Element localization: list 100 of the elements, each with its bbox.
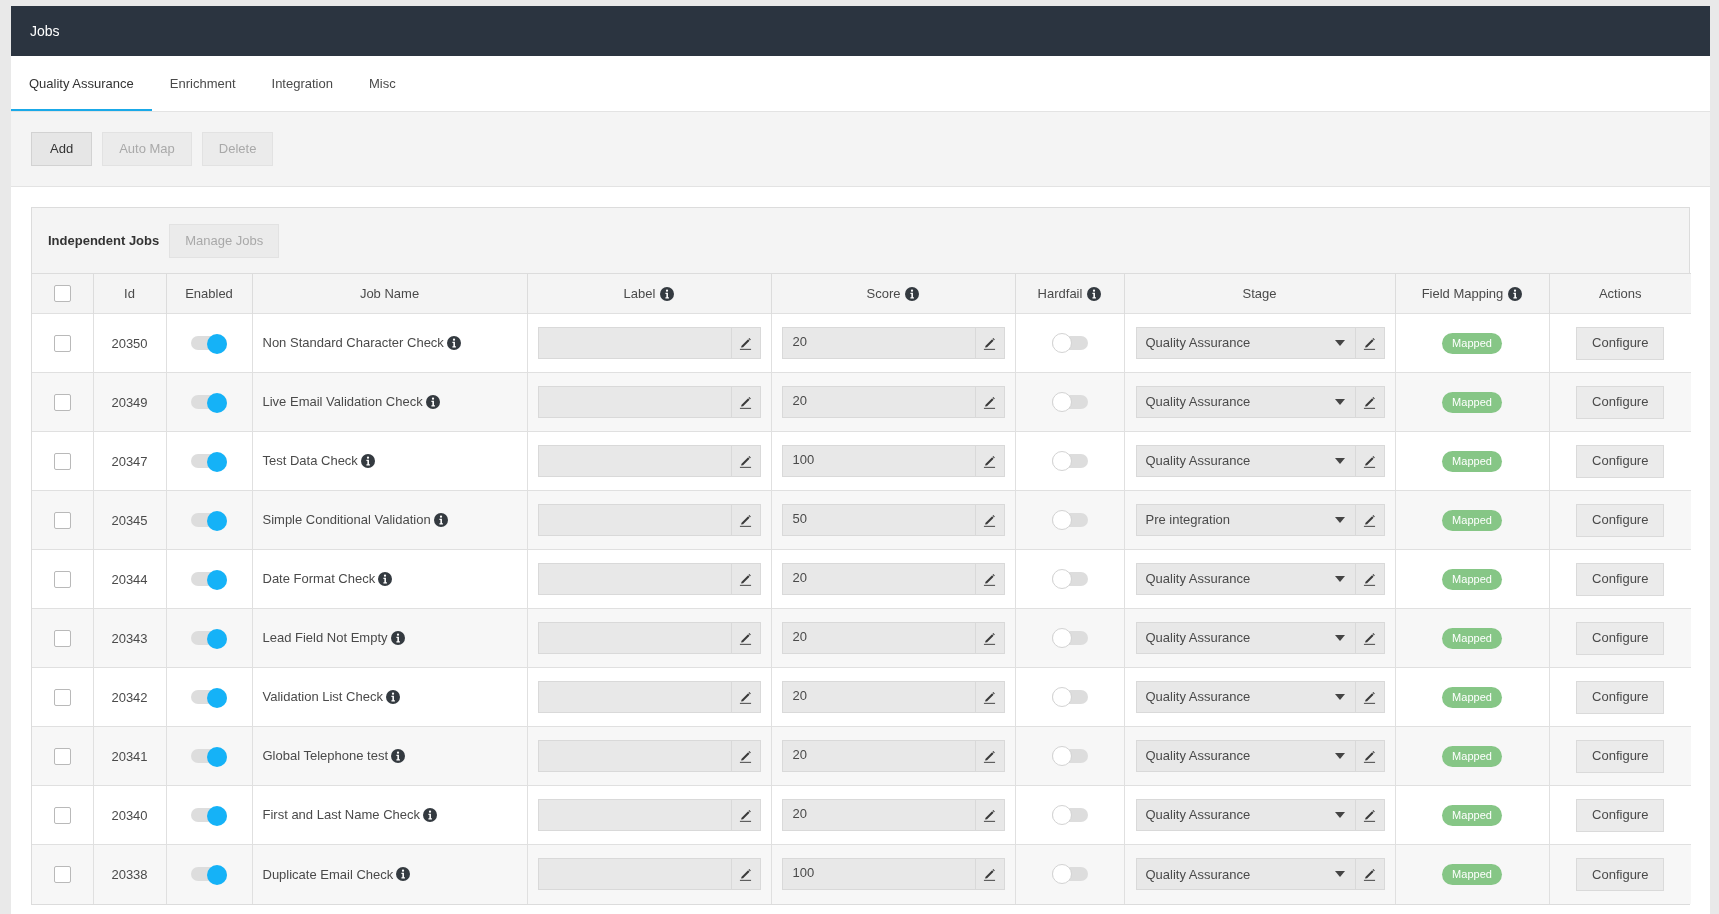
tab[interactable]: Misc	[350, 56, 414, 111]
enabled-toggle[interactable]	[191, 391, 227, 413]
stage-dropdown[interactable]: Quality Assurance	[1135, 681, 1355, 713]
stage-dropdown[interactable]: Quality Assurance	[1135, 386, 1355, 418]
enabled-toggle[interactable]	[191, 863, 227, 886]
edit-button[interactable]	[974, 445, 1005, 477]
configure-button[interactable]: Configure	[1576, 621, 1665, 655]
edit-button[interactable]	[974, 386, 1005, 418]
edit-button[interactable]	[974, 858, 1005, 891]
configure-button[interactable]: Configure	[1576, 503, 1665, 537]
label-input[interactable]	[537, 386, 731, 418]
edit-button[interactable]	[730, 386, 761, 418]
tab[interactable]: Integration	[253, 56, 351, 111]
hardfail-toggle[interactable]	[1051, 568, 1088, 590]
row-checkbox[interactable]	[53, 688, 71, 706]
stage-dropdown[interactable]: Quality Assurance	[1135, 858, 1355, 891]
label-input[interactable]	[537, 445, 731, 477]
row-checkbox[interactable]	[53, 334, 71, 352]
label-input[interactable]	[537, 622, 731, 654]
enabled-toggle[interactable]	[191, 568, 227, 590]
edit-button[interactable]	[730, 622, 761, 654]
row-checkbox[interactable]	[53, 570, 71, 588]
row-checkbox[interactable]	[53, 452, 71, 470]
row-checkbox[interactable]	[53, 747, 71, 765]
edit-button[interactable]	[974, 622, 1005, 654]
hardfail-toggle[interactable]	[1051, 686, 1088, 708]
hardfail-toggle[interactable]	[1051, 804, 1088, 826]
stage-dropdown[interactable]: Quality Assurance	[1135, 445, 1355, 477]
enabled-toggle[interactable]	[191, 804, 227, 826]
configure-button[interactable]: Configure	[1576, 798, 1665, 832]
edit-button[interactable]	[974, 504, 1005, 536]
edit-button[interactable]	[1354, 622, 1385, 654]
label-input[interactable]	[537, 740, 731, 772]
edit-button[interactable]	[730, 563, 761, 595]
hardfail-toggle[interactable]	[1051, 450, 1088, 472]
edit-button[interactable]	[730, 799, 761, 831]
row-checkbox[interactable]	[53, 393, 71, 411]
edit-button[interactable]	[1354, 327, 1385, 359]
enabled-toggle[interactable]	[191, 686, 227, 708]
edit-button[interactable]	[1354, 858, 1385, 891]
enabled-toggle[interactable]	[191, 332, 227, 354]
edit-button[interactable]	[730, 858, 761, 891]
label-input[interactable]	[537, 799, 731, 831]
hardfail-toggle[interactable]	[1051, 332, 1088, 354]
stage-dropdown[interactable]: Quality Assurance	[1135, 563, 1355, 595]
configure-button[interactable]: Configure	[1576, 562, 1665, 596]
hardfail-toggle[interactable]	[1051, 509, 1088, 531]
score-input[interactable]: 20	[781, 681, 975, 713]
score-input[interactable]: 20	[781, 386, 975, 418]
label-input[interactable]	[537, 563, 731, 595]
configure-button[interactable]: Configure	[1576, 857, 1665, 891]
score-input[interactable]: 20	[781, 740, 975, 772]
score-input[interactable]: 50	[781, 504, 975, 536]
configure-button[interactable]: Configure	[1576, 680, 1665, 714]
stage-dropdown[interactable]: Quality Assurance	[1135, 740, 1355, 772]
edit-button[interactable]	[1354, 740, 1385, 772]
configure-button[interactable]: Configure	[1576, 326, 1665, 360]
score-input[interactable]: 100	[781, 445, 975, 477]
label-input[interactable]	[537, 504, 731, 536]
hardfail-toggle[interactable]	[1051, 391, 1088, 413]
enabled-toggle[interactable]	[191, 745, 227, 767]
hardfail-toggle[interactable]	[1051, 627, 1088, 649]
select-all-checkbox[interactable]	[53, 285, 71, 302]
hardfail-toggle[interactable]	[1051, 863, 1088, 886]
configure-button[interactable]: Configure	[1576, 444, 1665, 478]
edit-button[interactable]	[1354, 563, 1385, 595]
enabled-toggle[interactable]	[191, 627, 227, 649]
edit-button[interactable]	[974, 799, 1005, 831]
edit-button[interactable]	[730, 445, 761, 477]
stage-dropdown[interactable]: Quality Assurance	[1135, 327, 1355, 359]
label-input[interactable]	[537, 327, 731, 359]
score-input[interactable]: 20	[781, 622, 975, 654]
edit-button[interactable]	[730, 504, 761, 536]
label-input[interactable]	[537, 681, 731, 713]
edit-button[interactable]	[974, 327, 1005, 359]
edit-button[interactable]	[1354, 445, 1385, 477]
enabled-toggle[interactable]	[191, 450, 227, 472]
edit-button[interactable]	[1354, 386, 1385, 418]
score-input[interactable]: 20	[781, 327, 975, 359]
label-input[interactable]	[537, 858, 731, 891]
edit-button[interactable]	[730, 740, 761, 772]
edit-button[interactable]	[974, 681, 1005, 713]
configure-button[interactable]: Configure	[1576, 385, 1665, 419]
row-checkbox[interactable]	[53, 806, 71, 824]
edit-button[interactable]	[1354, 681, 1385, 713]
edit-button[interactable]	[730, 327, 761, 359]
edit-button[interactable]	[730, 681, 761, 713]
hardfail-toggle[interactable]	[1051, 745, 1088, 767]
configure-button[interactable]: Configure	[1576, 739, 1665, 773]
edit-button[interactable]	[974, 563, 1005, 595]
row-checkbox[interactable]	[53, 865, 71, 883]
row-checkbox[interactable]	[53, 511, 71, 529]
row-checkbox[interactable]	[53, 629, 71, 647]
edit-button[interactable]	[1354, 799, 1385, 831]
tab[interactable]: Enrichment	[151, 56, 254, 111]
stage-dropdown[interactable]: Quality Assurance	[1135, 799, 1355, 831]
score-input[interactable]: 20	[781, 563, 975, 595]
enabled-toggle[interactable]	[191, 509, 227, 531]
edit-button[interactable]	[1354, 504, 1385, 536]
stage-dropdown[interactable]: Pre integration	[1135, 504, 1355, 536]
